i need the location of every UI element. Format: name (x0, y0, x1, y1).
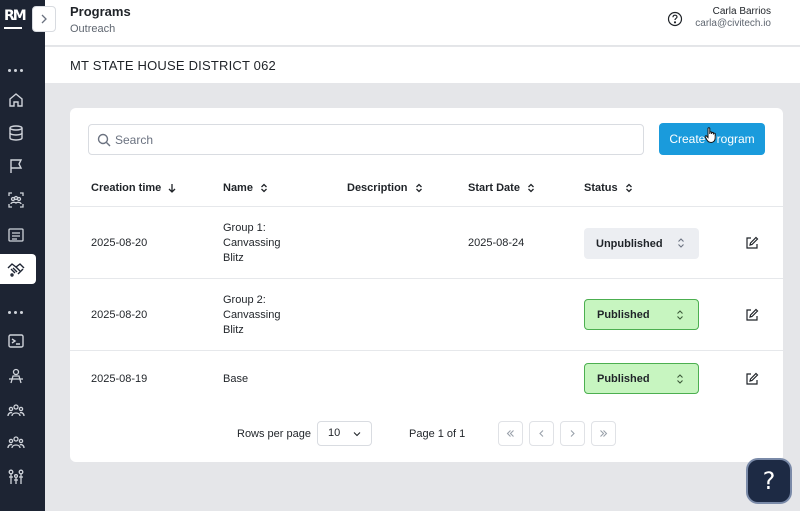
sort-both-icon (625, 183, 632, 193)
app-logo[interactable]: RM (4, 8, 28, 28)
handshake-icon (7, 260, 25, 278)
sort-both-icon (528, 183, 534, 193)
status-select[interactable]: Published (584, 299, 699, 330)
database-icon[interactable] (7, 124, 25, 142)
more-dots-icon[interactable] (8, 311, 24, 315)
page-header: Programs Outreach Carla Barrios carla@ci… (45, 0, 800, 46)
row-divider (70, 350, 783, 351)
chevron-updown-icon (678, 238, 684, 248)
column-header-status[interactable]: Status (584, 182, 634, 194)
page-title: Programs (70, 4, 131, 19)
group-icon[interactable] (7, 401, 25, 419)
cell-creation-time: 2025-08-20 (91, 309, 148, 321)
edit-icon[interactable] (745, 236, 759, 250)
rows-per-page-select[interactable]: 10 (317, 421, 372, 446)
chevron-updown-icon (677, 374, 683, 384)
user-email[interactable]: carla@civitech.io (695, 18, 771, 29)
status-select[interactable]: Unpublished (584, 228, 699, 259)
chevron-updown-icon (677, 310, 683, 320)
district-bar: MT STATE HOUSE DISTRICT 062 (45, 47, 800, 83)
search-box[interactable] (88, 124, 644, 155)
flag-icon[interactable] (7, 157, 25, 175)
more-dots-icon[interactable] (8, 69, 24, 73)
rows-per-page-label: Rows per page (237, 428, 311, 440)
list-icon[interactable] (7, 226, 25, 244)
column-header-creation-time[interactable]: Creation time (91, 182, 177, 194)
column-header-name[interactable]: Name (223, 182, 269, 194)
sort-both-icon (261, 183, 267, 193)
column-header-description[interactable]: Description (347, 182, 424, 194)
chevron-right-icon (41, 14, 47, 24)
help-chat-button[interactable]: ? (746, 458, 792, 504)
sort-desc-icon (168, 184, 176, 193)
next-page-button[interactable] (560, 421, 585, 446)
sidebar-item-active[interactable] (0, 254, 36, 284)
hand-cursor-icon (704, 127, 716, 144)
search-icon (97, 133, 111, 147)
team-icon[interactable] (7, 434, 25, 452)
cell-creation-time: 2025-08-19 (91, 373, 148, 385)
cell-name: Group 1: Canvassing Blitz (223, 222, 281, 264)
help-circle-icon[interactable] (667, 11, 683, 27)
chevron-left-icon (539, 430, 544, 437)
first-page-button[interactable] (498, 421, 523, 446)
row-divider (70, 278, 783, 279)
cell-creation-time: 2025-08-20 (91, 237, 148, 249)
last-page-button[interactable] (591, 421, 616, 446)
page-subtitle[interactable]: Outreach (70, 23, 115, 35)
family-icon[interactable] (7, 468, 25, 486)
previous-page-button[interactable] (529, 421, 554, 446)
edit-icon[interactable] (745, 372, 759, 386)
chevrons-left-icon (506, 430, 514, 437)
chevron-right-icon (570, 430, 575, 437)
chevron-down-icon (353, 432, 361, 437)
cell-name: Base (223, 373, 249, 385)
row-divider (70, 206, 783, 207)
organizer-icon[interactable] (7, 367, 25, 385)
user-name[interactable]: Carla Barrios (713, 6, 771, 17)
edit-icon[interactable] (745, 308, 759, 322)
page-indicator: Page 1 of 1 (409, 428, 466, 440)
logo-underline (4, 27, 22, 29)
sort-both-icon (415, 183, 422, 193)
search-input[interactable] (115, 126, 635, 153)
chevrons-right-icon (600, 430, 608, 437)
sidebar-toggle-button[interactable] (32, 6, 56, 32)
status-select[interactable]: Published (584, 363, 699, 394)
home-icon[interactable] (7, 91, 25, 109)
district-title: MT STATE HOUSE DISTRICT 062 (70, 58, 276, 73)
cell-start-date: 2025-08-24 (468, 237, 525, 249)
programs-card: Create Program Creation time Name Descri… (70, 108, 783, 462)
people-scan-icon[interactable] (7, 191, 25, 209)
cell-name: Group 2: Canvassing Blitz (223, 294, 281, 336)
sidebar: RM (0, 0, 45, 511)
column-header-start-date[interactable]: Start Date (468, 182, 536, 194)
terminal-icon[interactable] (7, 332, 25, 350)
